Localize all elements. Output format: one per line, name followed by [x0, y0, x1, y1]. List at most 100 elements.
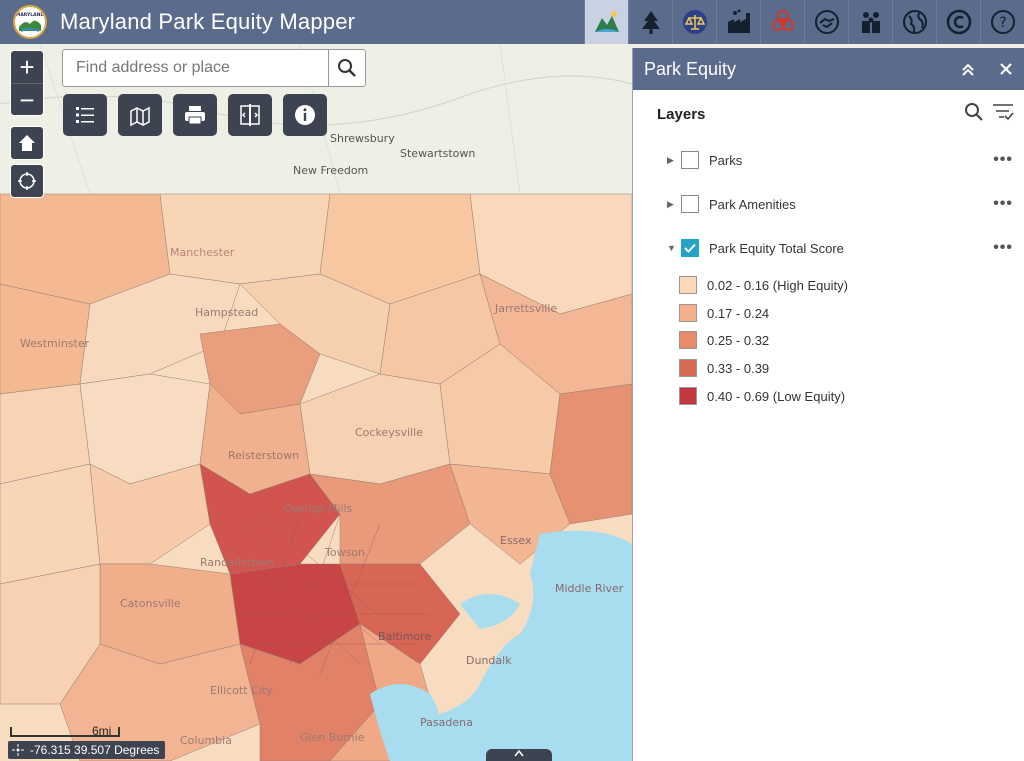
panel-title: Park Equity	[644, 58, 737, 79]
home-icon	[19, 135, 35, 151]
search-input[interactable]	[63, 50, 328, 86]
caret-right-icon[interactable]: ▶	[667, 155, 677, 166]
close-icon	[1000, 63, 1012, 75]
layer-options-icon[interactable]: •••	[993, 151, 1013, 169]
svg-text:Catonsville: Catonsville	[120, 597, 181, 610]
layer-checkbox-park-amenities[interactable]	[681, 195, 699, 213]
svg-text:Randallstown: Randallstown	[200, 556, 274, 569]
swipe-button[interactable]	[228, 94, 272, 136]
attribute-table-toggle[interactable]	[486, 749, 552, 761]
legend-swatch	[679, 276, 697, 294]
people-icon[interactable]	[848, 0, 892, 44]
header-toolbar: ?	[584, 0, 1024, 44]
checkmark-icon	[684, 243, 696, 253]
legend-swatch	[679, 331, 697, 349]
caret-down-icon[interactable]: ▼	[667, 243, 677, 253]
svg-text:?: ?	[999, 15, 1006, 31]
handshake-icon[interactable]	[804, 0, 848, 44]
legend-swatch	[679, 359, 697, 377]
svg-text:MARYLAND: MARYLAND	[16, 12, 45, 18]
legend-label: 0.17 - 0.24	[707, 305, 770, 321]
svg-text:Pasadena: Pasadena	[420, 716, 473, 729]
home-button[interactable]	[10, 126, 44, 160]
filter-icon[interactable]	[992, 102, 1014, 122]
svg-text:New Freedom: New Freedom	[293, 164, 368, 177]
svg-text:Manchester: Manchester	[170, 246, 235, 259]
legend-label: 0.02 - 0.16 (High Equity)	[707, 277, 848, 293]
svg-text:Towson: Towson	[324, 546, 365, 559]
svg-text:Ellicott City: Ellicott City	[210, 684, 273, 697]
layer-row-park-amenities[interactable]: ▶ Park Amenities •••	[667, 193, 1017, 215]
zoom-controls: + −	[10, 50, 44, 116]
panel-header: Park Equity	[633, 48, 1024, 90]
coordinate-readout[interactable]: -76.315 39.507 Degrees	[8, 741, 166, 759]
layer-checkbox-parks[interactable]	[681, 151, 699, 169]
svg-text:Middle River: Middle River	[555, 582, 624, 595]
layer-tools	[964, 102, 1014, 122]
svg-text:Hampstead: Hampstead	[195, 306, 258, 319]
layer-options-icon[interactable]: •••	[993, 239, 1013, 257]
search-button[interactable]	[328, 50, 365, 86]
justice-scale-icon[interactable]	[672, 0, 716, 44]
search-icon	[338, 59, 356, 77]
svg-text:Owings Mills: Owings Mills	[284, 502, 353, 515]
layer-label: Park Amenities	[709, 196, 796, 212]
about-button[interactable]	[283, 94, 327, 136]
layer-list-button[interactable]	[63, 94, 107, 136]
basemap-button[interactable]	[118, 94, 162, 136]
svg-text:Glen Burnie: Glen Burnie	[300, 731, 365, 744]
info-icon	[295, 105, 315, 125]
maryland-logo[interactable]: MARYLAND	[13, 5, 47, 39]
svg-text:Reisterstown: Reisterstown	[228, 449, 299, 462]
search-icon[interactable]	[964, 102, 984, 122]
chevron-up-icon	[514, 749, 524, 757]
svg-text:Columbia: Columbia	[180, 734, 232, 747]
factory-icon[interactable]	[716, 0, 760, 44]
print-icon	[185, 106, 205, 125]
map-view[interactable]: Shrewsbury Stewartstown New Freedom Manc…	[0, 44, 632, 761]
zoom-in-button[interactable]: +	[11, 51, 43, 83]
locate-button[interactable]	[10, 164, 44, 198]
globe-icon[interactable]	[892, 0, 936, 44]
layer-row-parks[interactable]: ▶ Parks •••	[667, 149, 1017, 171]
locate-icon	[18, 172, 36, 190]
svg-text:Stewartstown: Stewartstown	[400, 147, 475, 160]
double-chevron-up-icon	[962, 63, 974, 76]
biohazard-icon[interactable]	[760, 0, 804, 44]
svg-text:Essex: Essex	[500, 534, 532, 547]
tree-icon[interactable]	[628, 0, 672, 44]
legend-item: 0.40 - 0.69 (Low Equity)	[679, 386, 845, 406]
legend-item: 0.02 - 0.16 (High Equity)	[679, 275, 848, 295]
legend-swatch	[679, 304, 697, 322]
legend-item: 0.17 - 0.24	[679, 303, 769, 323]
app-header: MARYLAND Maryland Park Equity Mapper ?	[0, 0, 1024, 44]
scale-label: 6mi	[92, 724, 112, 738]
help-icon[interactable]: ?	[980, 0, 1024, 44]
copyright-icon[interactable]	[936, 0, 980, 44]
layer-checkbox-park-equity-total-score[interactable]	[681, 239, 699, 257]
svg-text:Westminster: Westminster	[20, 337, 90, 350]
app-title: Maryland Park Equity Mapper	[60, 9, 356, 34]
collapse-panel-button[interactable]	[958, 59, 978, 79]
legend-label: 0.40 - 0.69 (Low Equity)	[707, 388, 846, 404]
layer-label: Park Equity Total Score	[709, 240, 844, 256]
park-equity-icon[interactable]	[584, 0, 628, 44]
legend-label: 0.25 - 0.32	[707, 332, 770, 348]
legend-label: 0.33 - 0.39	[707, 360, 770, 376]
zoom-out-button[interactable]: −	[11, 83, 43, 115]
svg-text:Baltimore: Baltimore	[378, 630, 431, 643]
layer-options-icon[interactable]: •••	[993, 195, 1013, 213]
legend-swatch	[679, 387, 697, 405]
layer-row-park-equity-total-score[interactable]: ▼ Park Equity Total Score •••	[667, 237, 1017, 259]
svg-text:Jarrettsville: Jarrettsville	[494, 302, 557, 315]
basemap-icon	[130, 106, 150, 127]
print-button[interactable]	[173, 94, 217, 136]
close-panel-button[interactable]	[996, 59, 1016, 79]
list-icon	[76, 107, 94, 123]
layer-label: Parks	[709, 152, 743, 168]
legend-item: 0.33 - 0.39	[679, 358, 769, 378]
caret-right-icon[interactable]: ▶	[667, 199, 677, 210]
side-panel: Park Equity Layers ▶ Parks ••• ▶ Park Am…	[632, 48, 1024, 761]
choropleth-map: Shrewsbury Stewartstown New Freedom Manc…	[0, 44, 632, 761]
layers-heading: Layers	[657, 106, 706, 123]
